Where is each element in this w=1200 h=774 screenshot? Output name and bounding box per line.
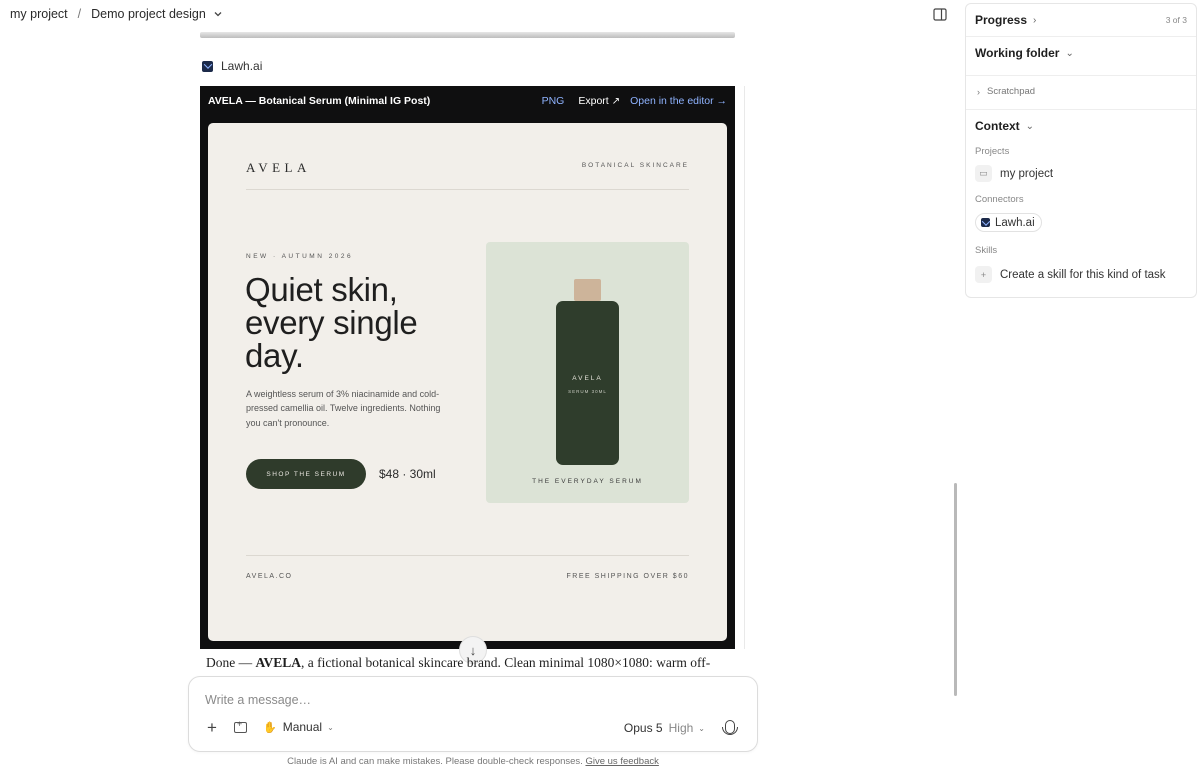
product-panel: AVELA SERUM 30ML THE EVERYDAY SERUM — [486, 242, 689, 503]
model-label: Opus 5 — [623, 721, 663, 735]
message-rest: , a fictional botanical skincare brand. … — [301, 655, 711, 670]
context-label: Context — [975, 119, 1020, 133]
bottle-cap — [574, 279, 601, 301]
export-button[interactable]: Export ↗ — [578, 95, 620, 107]
post-price: $48 · 30ml — [379, 467, 436, 481]
project-item-label: my project — [1000, 167, 1054, 180]
create-skill-label: Create a skill for this kind of task — [1000, 268, 1166, 281]
product-caption: THE EVERYDAY SERUM — [532, 478, 643, 485]
folder-icon: ▭ — [975, 165, 992, 182]
png-button[interactable]: PNG — [542, 95, 565, 107]
open-in-editor-link[interactable]: Open in the editor → — [630, 95, 727, 107]
lawh-connector-icon — [981, 218, 990, 227]
assistant-message: Done — AVELA, a fictional botanical skin… — [206, 655, 736, 674]
skills-label: Skills — [975, 245, 998, 256]
chevron-down-icon[interactable] — [213, 9, 223, 19]
connector-label: Lawh.ai — [221, 59, 263, 73]
add-icon[interactable]: + — [207, 719, 217, 736]
serum-bottle: AVELA SERUM 30ML — [556, 301, 619, 465]
effort-label: High — [668, 721, 694, 735]
arrow-up-right-icon: ↗ — [611, 95, 621, 107]
create-skill-item[interactable]: + Create a skill for this kind of task — [975, 266, 1166, 283]
model-selector[interactable]: Opus 5 High ⌄ — [624, 721, 705, 735]
chevron-down-icon: ⌄ — [1065, 47, 1074, 59]
divider — [966, 75, 1196, 76]
add-folder-icon[interactable] — [234, 719, 247, 733]
post-brand: AVELA — [246, 160, 311, 175]
divider — [966, 109, 1196, 110]
bottle-subtitle: SERUM 30ML — [568, 389, 607, 394]
post-description: A weightless serum of 3% niacinamide and… — [246, 389, 441, 428]
sidebar-toggle-icon[interactable] — [933, 8, 947, 21]
bottle-brand: AVELA — [572, 375, 603, 382]
connector-pill[interactable]: Lawh.ai — [975, 213, 1042, 232]
divider — [744, 86, 745, 649]
artifact-header: AVELA — Botanical Serum (Minimal IG Post… — [208, 94, 727, 108]
chevron-down-icon: ⌄ — [698, 723, 705, 733]
chevron-down-icon: ⌄ — [1025, 120, 1035, 132]
mode-label: Manual — [282, 720, 323, 734]
artifact-title: AVELA — Botanical Serum (Minimal IG Post… — [208, 95, 431, 107]
scrollbar[interactable] — [954, 483, 957, 696]
shop-the-serum-button: SHOP THE SERUM — [246, 459, 366, 489]
mode-selector[interactable]: ✋ Manual ⌄ — [263, 720, 334, 734]
breadcrumb-design[interactable]: Demo project design — [91, 7, 206, 21]
ig-post-canvas: AVELA BOTANICAL SKINCARE NEW · AUTUMN 20… — [208, 123, 727, 641]
context-panel: Progress › 3 of 3 Working folder ⌄ › Scr… — [965, 3, 1197, 298]
breadcrumb-project[interactable]: my project — [10, 7, 68, 21]
previous-artifact-strip — [200, 32, 735, 38]
microphone-icon[interactable] — [722, 720, 738, 735]
chevron-right-icon: › — [977, 86, 980, 97]
connectors-label: Connectors — [975, 194, 1024, 205]
context-row[interactable]: Context ⌄ — [975, 119, 1187, 133]
export-label: Export — [578, 95, 609, 107]
project-item[interactable]: ▭ my project — [975, 165, 1053, 182]
feedback-link[interactable]: Give us feedback — [585, 756, 658, 767]
post-site: AVELA.CO — [246, 573, 293, 580]
message-brand: AVELA — [255, 655, 302, 670]
divider — [246, 555, 689, 556]
post-headline: Quiet skin, every single day. — [245, 271, 418, 374]
hand-icon: ✋ — [263, 721, 277, 734]
post-shipping: FREE SHIPPING OVER $60 — [566, 573, 689, 580]
plus-icon: + — [975, 266, 992, 283]
disclaimer: Claude is AI and can make mistakes. Plea… — [0, 756, 946, 767]
progress-row[interactable]: Progress › 3 of 3 — [975, 13, 1187, 27]
connector-pill-label: Lawh.ai — [995, 216, 1035, 229]
connector-row: Lawh.ai — [202, 59, 262, 73]
post-eyebrow: NEW · AUTUMN 2026 — [246, 253, 354, 260]
disclaimer-text: Claude is AI and can make mistakes. Plea… — [287, 756, 583, 767]
message-prefix: Done — — [206, 655, 256, 670]
divider — [966, 36, 1196, 37]
artifact-preview: AVELA — Botanical Serum (Minimal IG Post… — [200, 86, 735, 649]
progress-label: Progress — [975, 13, 1028, 27]
working-folder-label: Working folder — [975, 46, 1060, 60]
progress-count: 3 of 3 — [1165, 15, 1187, 25]
scratchpad-label: Scratchpad — [987, 86, 1036, 97]
divider — [246, 189, 689, 190]
scratchpad-row[interactable]: › Scratchpad — [977, 86, 1035, 97]
chevron-down-icon: ⌄ — [327, 722, 334, 732]
projects-label: Projects — [975, 146, 1010, 157]
message-input[interactable]: Write a message… — [205, 693, 311, 707]
working-folder-row[interactable]: Working folder ⌄ — [975, 46, 1187, 60]
lawh-connector-icon — [202, 60, 213, 72]
breadcrumb-separator: / — [77, 7, 82, 21]
post-tagline: BOTANICAL SKINCARE — [581, 162, 689, 169]
app-root: my project / Demo project design Lawh.ai… — [0, 0, 1200, 774]
chevron-right-icon: › — [1033, 14, 1037, 26]
breadcrumb: my project / Demo project design — [10, 7, 223, 21]
message-composer: Write a message… + ✋ Manual ⌄ Opus 5 Hig… — [188, 676, 758, 752]
